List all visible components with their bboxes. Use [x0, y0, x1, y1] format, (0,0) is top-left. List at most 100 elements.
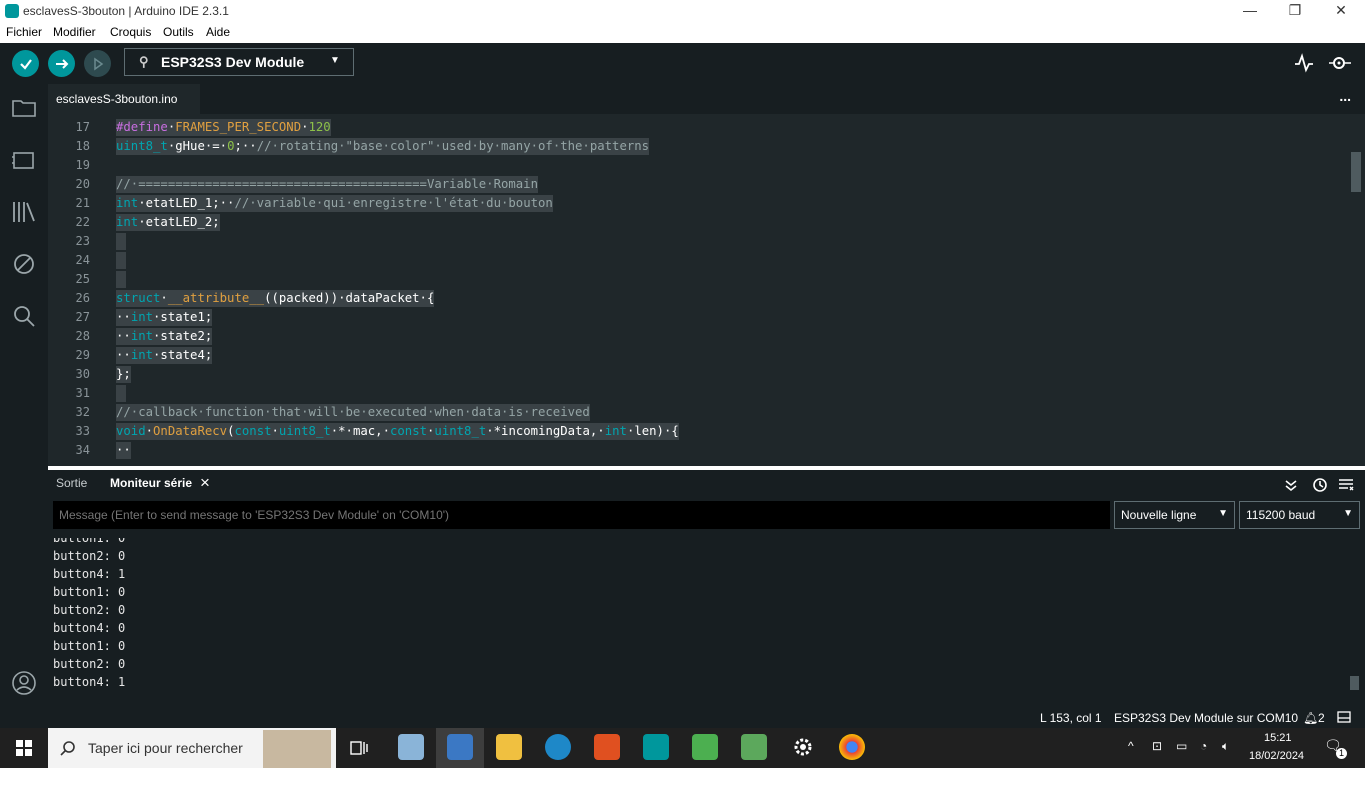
more-options-icon[interactable]: ...	[1339, 88, 1351, 104]
timestamp-icon[interactable]	[1312, 477, 1328, 493]
account-icon[interactable]	[10, 669, 38, 697]
debug-button[interactable]	[84, 50, 111, 77]
plotter-icon	[1295, 53, 1313, 73]
code-line: int·etatLED_1;··//·variable·qui·enregist…	[116, 195, 553, 212]
wifi-icon[interactable]: ◔	[1200, 739, 1207, 753]
windows-taskbar: Taper ici pour rechercher ^ ⊡ ▭ ◔ 🔈︎ 15:…	[0, 728, 1365, 768]
file-tab[interactable]: esclavesS-3bouton.ino	[48, 84, 200, 114]
line-number: 25	[75, 272, 90, 286]
usb-icon: ⚲	[139, 54, 149, 69]
verify-button[interactable]	[12, 50, 39, 77]
window-title: esclavesS-3bouton | Arduino IDE 2.3.1	[23, 4, 229, 18]
clock-date[interactable]: 18/02/2024	[1249, 750, 1304, 762]
tab-serial-monitor[interactable]: Moniteur série	[110, 476, 192, 490]
battery-icon[interactable]: ▭	[1176, 739, 1187, 753]
close-window-button[interactable]: ✕	[1331, 2, 1351, 19]
code-editor[interactable]: 17 18 19 20 21 22 23 24 25 26 27 28 29 3…	[48, 114, 1365, 466]
output-line: button2: 0	[53, 657, 126, 671]
arduino-app-icon	[5, 4, 19, 18]
line-number: 28	[75, 329, 90, 343]
code-line: uint8_t·gHue·=·0;··//·rotating·"base·col…	[116, 138, 650, 155]
file-explorer-icon[interactable]	[496, 734, 522, 760]
search-icon[interactable]	[10, 302, 38, 330]
output-line: button2: 0	[53, 603, 126, 617]
code-line: #define·FRAMES_PER_SECOND·120	[116, 119, 331, 136]
upload-button[interactable]	[48, 50, 75, 77]
serial-monitor-button[interactable]	[1328, 53, 1352, 73]
serial-message-input[interactable]	[53, 501, 1110, 529]
maximize-button[interactable]: ❐	[1285, 2, 1305, 19]
arduino-taskbar-icon[interactable]	[643, 734, 669, 760]
windows-start-icon[interactable]	[16, 740, 32, 756]
line-number: 34	[75, 443, 90, 457]
line-number: 23	[75, 234, 90, 248]
volume-icon[interactable]: 🔈︎	[1222, 739, 1229, 754]
calculator-app-icon[interactable]	[398, 734, 424, 760]
line-number: 18	[75, 139, 90, 153]
output-line: button2: 0	[53, 549, 126, 563]
output-scrollbar[interactable]	[1350, 676, 1359, 690]
line-number: 26	[75, 291, 90, 305]
app-icon[interactable]	[741, 734, 767, 760]
sidebar	[0, 84, 48, 706]
line-number: 30	[75, 367, 90, 381]
library-icon[interactable]	[10, 198, 38, 226]
code-line	[116, 252, 126, 269]
editor-scrollbar[interactable]	[1351, 152, 1361, 192]
output-line: button1: 0	[53, 639, 126, 653]
clock-time[interactable]: 15:21	[1264, 732, 1292, 744]
minimize-button[interactable]: —	[1240, 2, 1260, 18]
folder-icon[interactable]	[10, 94, 38, 122]
code-line: int·etatLED_2;	[116, 214, 220, 231]
board-port-status: ESP32S3 Dev Module sur COM10	[1114, 711, 1299, 725]
serial-output[interactable]: button1: 0 button2: 0 button4: 1 button1…	[48, 530, 1365, 706]
menu-fichier[interactable]: Fichier	[6, 25, 42, 39]
chevron-down-icon: ▼	[1343, 508, 1353, 519]
taskbar-search[interactable]: Taper ici pour rechercher	[48, 728, 336, 768]
active-app-icon[interactable]	[447, 734, 473, 760]
board-selector[interactable]: ⚲ ESP32S3 Dev Module ▼	[124, 48, 354, 76]
boards-manager-icon[interactable]	[10, 146, 38, 174]
close-icon[interactable]: ×	[200, 473, 210, 493]
tray-chevron-up-icon[interactable]: ^	[1128, 739, 1134, 753]
autoscroll-icon[interactable]	[1284, 478, 1298, 492]
board-name: ESP32S3 Dev Module	[161, 54, 305, 70]
output-line: button1: 0	[53, 585, 126, 599]
code-line: };	[116, 366, 131, 383]
taskbar-search-placeholder: Taper ici pour rechercher	[88, 740, 243, 756]
clear-output-icon[interactable]	[1338, 478, 1354, 492]
output-line: button4: 1	[53, 675, 126, 689]
screen-bottom-area	[0, 768, 1365, 800]
task-view-icon[interactable]	[350, 740, 368, 756]
menu-aide[interactable]: Aide	[206, 25, 230, 39]
menu-bar: Fichier Modifier Croquis Outils Aide	[0, 23, 1365, 43]
menu-modifier[interactable]: Modifier	[53, 25, 96, 39]
line-number: 24	[75, 253, 90, 267]
output-line: button4: 0	[53, 621, 126, 635]
search-icon	[60, 741, 75, 756]
settings-gear-icon[interactable]	[790, 734, 816, 760]
baud-rate-select[interactable]: 115200 baud ▼	[1239, 501, 1360, 529]
app-icon[interactable]	[692, 734, 718, 760]
menu-outils[interactable]: Outils	[163, 25, 194, 39]
chrome-browser-icon[interactable]	[839, 734, 865, 760]
file-tab-label: esclavesS-3bouton.ino	[56, 92, 178, 106]
brave-browser-icon[interactable]	[594, 734, 620, 760]
toggle-panel-icon[interactable]	[1337, 711, 1351, 723]
line-number: 33	[75, 424, 90, 438]
code-line	[116, 385, 126, 402]
line-ending-select[interactable]: Nouvelle ligne ▼	[1114, 501, 1235, 529]
debug-sidebar-icon[interactable]	[10, 250, 38, 278]
code-line: //·=====================================…	[116, 176, 538, 193]
menu-croquis[interactable]: Croquis	[110, 25, 151, 39]
line-gutter: 17 18 19 20 21 22 23 24 25 26 27 28 29 3…	[48, 114, 104, 466]
code-line: struct·__attribute__((packed))·dataPacke…	[116, 290, 435, 307]
serial-monitor-icon	[1329, 57, 1351, 69]
output-line: button1: 0	[53, 531, 126, 545]
tab-output[interactable]: Sortie	[56, 476, 87, 490]
edge-browser-icon[interactable]	[545, 734, 571, 760]
network-icon[interactable]: ⊡	[1152, 739, 1162, 753]
serial-input-row: Nouvelle ligne ▼ 115200 baud ▼	[48, 500, 1365, 530]
notifications-icon[interactable]: 🔔︎	[1303, 711, 1318, 725]
serial-plotter-button[interactable]	[1294, 53, 1314, 73]
